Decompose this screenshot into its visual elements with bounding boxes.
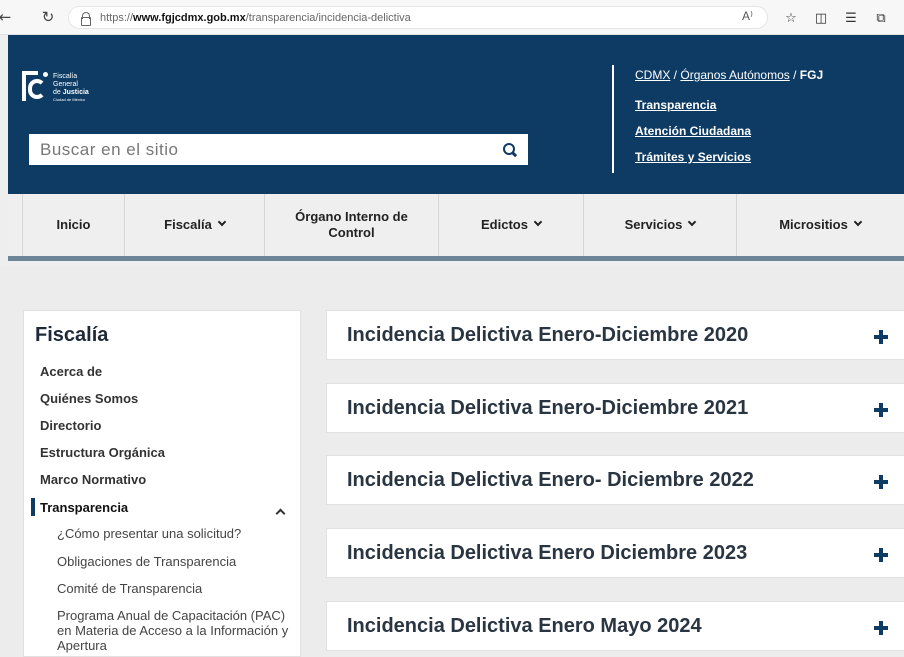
back-icon[interactable]: ←: [0, 6, 16, 28]
fgj-logo-icon: [22, 71, 48, 105]
sub-item-programa-anual[interactable]: Programa Anual de Capacitación (PAC) en …: [57, 608, 297, 653]
accordion-item-2022[interactable]: Incidencia Delictiva Enero- Diciembre 20…: [326, 455, 904, 505]
search-input[interactable]: [29, 134, 490, 165]
header-links: CDMX / Órganos Autónomos / FGJ Transpare…: [635, 68, 823, 164]
url-path: /transparencia/incidencia-delictiva: [245, 11, 411, 24]
header-divider: [612, 65, 614, 173]
accordion-title: Incidencia Delictiva Enero-Diciembre 202…: [347, 396, 749, 419]
accordion-item-2021[interactable]: Incidencia Delictiva Enero-Diciembre 202…: [326, 383, 904, 433]
favorite-star-icon[interactable]: ☆: [776, 7, 806, 29]
accordion-title: Incidencia Delictiva Enero Mayo 2024: [347, 614, 702, 637]
accordion-title: Incidencia Delictiva Enero Diciembre 202…: [347, 541, 748, 564]
chevron-down-icon: [533, 217, 543, 227]
logo-text: Fiscalía General de Justicia Ciudad de M…: [53, 73, 89, 102]
nav-item-edictos[interactable]: Edictos: [439, 194, 584, 256]
url-protocol: https://: [100, 11, 134, 24]
sidebar-item-estructura-organica[interactable]: Estructura Orgánica: [40, 445, 165, 460]
chevron-down-icon: [853, 217, 863, 227]
active-indicator: [31, 498, 35, 516]
breadcrumb: CDMX / Órganos Autónomos / FGJ: [635, 68, 824, 82]
breadcrumb-organos-autonomos[interactable]: Órganos Autónomos: [680, 68, 789, 82]
site-header: Fiscalía General de Justicia Ciudad de M…: [8, 35, 904, 194]
header-link-transparencia[interactable]: Transparencia: [635, 98, 823, 112]
breadcrumb-fgj: FGJ: [799, 68, 824, 82]
accordion-title: Incidencia Delictiva Enero- Diciembre 20…: [347, 468, 754, 491]
accordion-item-2024[interactable]: Incidencia Delictiva Enero Mayo 2024: [326, 601, 904, 651]
chevron-up-icon[interactable]: [275, 508, 286, 519]
sidebar-item-acerca-de[interactable]: Acerca de: [40, 364, 102, 379]
chevron-down-icon: [688, 217, 697, 227]
sidebar: Fiscalía Acerca de Quiénes Somos Directo…: [23, 310, 301, 657]
sidebar-item-transparencia[interactable]: Transparencia: [40, 500, 128, 515]
header-link-atencion-ciudadana[interactable]: Atención Ciudadana: [635, 124, 823, 138]
sub-item-comite[interactable]: Comité de Transparencia: [57, 581, 297, 596]
url-host: www.fgjcdmx.gob.mx: [133, 11, 246, 24]
sidebar-item-quienes-somos[interactable]: Quiénes Somos: [40, 391, 138, 406]
sidebar-item-directorio[interactable]: Directorio: [40, 418, 101, 433]
header-link-tramites-servicios[interactable]: Trámites y Servicios: [635, 150, 823, 164]
collections-icon[interactable]: ⧉: [866, 7, 896, 29]
nav-item-organo-interno[interactable]: Órgano Interno de Control: [265, 194, 439, 256]
main-nav: Inicio Fiscalía Órgano Interno de Contro…: [8, 194, 904, 261]
sub-item-solicitud[interactable]: ¿Cómo presentar una solicitud?: [57, 526, 297, 541]
fgj-logo[interactable]: Fiscalía General de Justicia Ciudad de M…: [22, 71, 89, 105]
plus-icon[interactable]: [874, 548, 888, 562]
plus-icon[interactable]: [874, 621, 888, 635]
search-icon: [502, 143, 516, 156]
accordion-item-2020[interactable]: Incidencia Delictiva Enero-Diciembre 202…: [326, 310, 904, 360]
plus-icon[interactable]: [874, 330, 888, 344]
sidebar-item-marco-normativo[interactable]: Marco Normativo: [40, 472, 146, 487]
extensions-icon[interactable]: ⚙: [896, 7, 904, 29]
accordion-title: Incidencia Delictiva Enero-Diciembre 202…: [347, 323, 749, 346]
refresh-icon[interactable]: ↻: [37, 6, 59, 28]
accordion-item-2023[interactable]: Incidencia Delictiva Enero Diciembre 202…: [326, 528, 904, 578]
search-box: [29, 134, 528, 165]
breadcrumb-cdmx[interactable]: CDMX: [635, 68, 670, 82]
address-bar[interactable]: https://www.fgjcdmx.gob.mx/transparencia…: [68, 6, 768, 29]
site-info-icon[interactable]: [79, 11, 91, 26]
split-screen-icon[interactable]: ◫: [806, 7, 836, 29]
read-aloud-icon[interactable]: A⁾: [742, 9, 753, 23]
sub-item-obligaciones[interactable]: Obligaciones de Transparencia: [57, 554, 297, 569]
nav-item-inicio[interactable]: Inicio: [22, 194, 125, 256]
browser-toolbar: ← ↻ https://www.fgjcdmx.gob.mx/transpare…: [0, 0, 904, 35]
sidebar-title: Fiscalía: [35, 324, 109, 346]
nav-item-micrositios[interactable]: Micrositios: [737, 194, 903, 256]
nav-item-fiscalia[interactable]: Fiscalía: [125, 194, 265, 256]
plus-icon[interactable]: [874, 403, 888, 417]
nav-item-servicios[interactable]: Servicios: [584, 194, 737, 256]
chevron-down-icon: [217, 217, 227, 227]
search-button[interactable]: [490, 134, 528, 165]
plus-icon[interactable]: [874, 475, 888, 489]
favorites-list-icon[interactable]: ☰: [836, 7, 866, 29]
